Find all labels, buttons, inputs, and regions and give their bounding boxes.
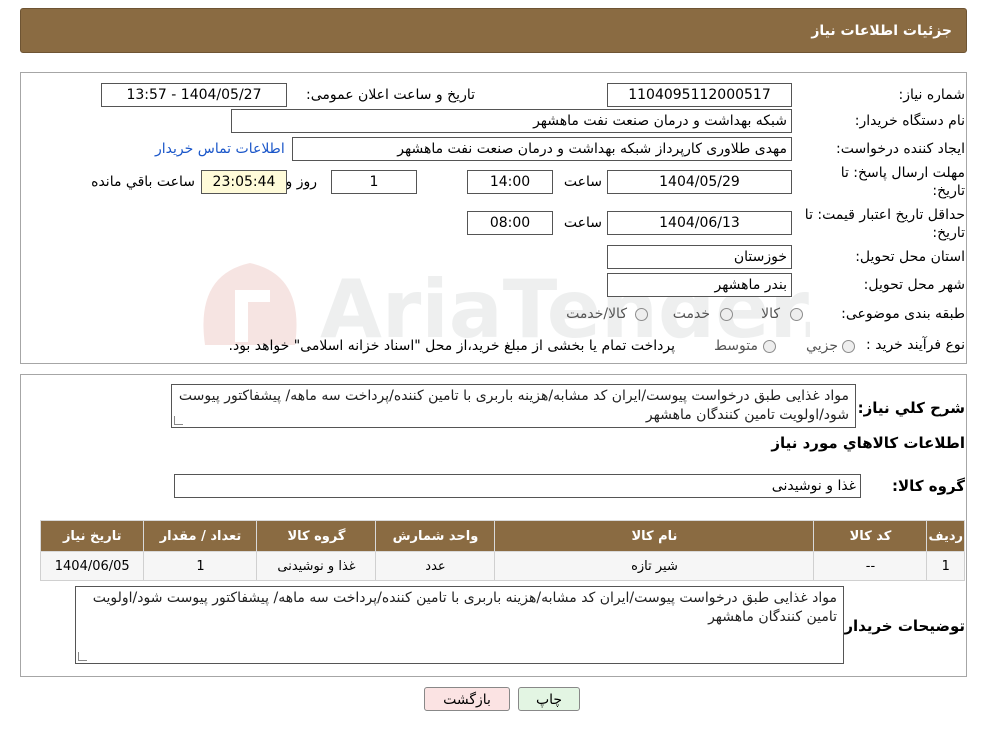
category-radio-goods[interactable] [790,308,803,321]
deadline-time-label: ساعت [563,174,602,190]
process-minor-label: جزیي [806,338,838,354]
col-row: ردیف [926,520,965,552]
col-group: گروه کالا [256,520,377,552]
cell-code: -- [813,551,928,581]
description-label: شرح کلي نياز: [857,399,965,417]
creator-field: مهدی طلاوری کارپرداز شبکه بهداشت و درمان… [292,137,792,161]
category-service-label: خدمت [672,306,710,322]
deadline-date-field: 1404/05/29 [607,170,792,194]
buyer-contact-link[interactable]: اطلاعات تماس خریدار [155,141,285,157]
col-qty: تعداد / مقدار [143,520,258,552]
deadline-time-field: 14:00 [467,170,553,194]
validity-label-date: تاریخ: [932,225,965,241]
creator-label: ایجاد کننده درخواست: [836,141,965,157]
resize-grip-icon[interactable] [174,416,183,425]
process-note: پرداخت تمام یا بخشی از مبلغ خرید،از محل … [228,338,675,354]
buyer-notes-text: مواد غذایی طبق درخواست پیوست/ایران کد مش… [92,590,837,625]
description-text: مواد غذایی طبق درخواست پیوست/ایران کد مش… [178,388,849,423]
city-field: بندر ماهشهر [607,273,792,297]
buyer-org-label: نام دستگاه خریدار: [854,113,965,129]
category-goods-service-label: کالا/خدمت [566,306,627,322]
goods-group-label: گروه کالا: [892,477,965,495]
validity-date-field: 1404/06/13 [607,211,792,235]
province-field: خوزستان [607,245,792,269]
cell-group: غذا و نوشیدنی [256,551,377,581]
goods-group-field: غذا و نوشیدنی [174,474,861,498]
col-date: تاریخ نیاز [39,520,145,552]
deadline-label-date: تاریخ: [932,183,965,199]
back-button[interactable]: بازگشت [424,687,510,711]
announce-datetime-label: تاریخ و ساعت اعلان عمومی: [306,87,475,103]
process-radio-minor[interactable] [842,340,855,353]
cell-name: شیر تازه [494,551,815,581]
process-medium-label: متوسط [714,338,758,354]
remaining-time-field: 23:05:44 [201,170,287,194]
process-label: نوع فرآیند خرید : [866,337,965,353]
print-button[interactable]: چاپ [518,687,580,711]
announce-datetime-field: 1404/05/27 - 13:57 [101,83,287,107]
col-unit: واحد شمارش [375,520,496,552]
goods-section-title: اطلاعات کالاهاي مورد نياز [771,434,965,452]
validity-label: حداقل تاریخ اعتبار قیمت: تا [804,207,965,223]
province-label: استان محل تحویل: [855,249,965,265]
need-number-label: شماره نیاز: [898,87,966,103]
cell-date: 1404/06/05 [39,551,145,581]
deadline-label: مهلت ارسال پاسخ: تا [840,165,965,181]
validity-time-field: 08:00 [467,211,553,235]
cell-qty: 1 [143,551,258,581]
city-label: شهر محل تحویل: [863,277,965,293]
buyer-notes-textarea: مواد غذایی طبق درخواست پیوست/ایران کد مش… [75,586,844,664]
validity-time-label: ساعت [563,215,602,231]
col-code: کد کالا [813,520,928,552]
category-radio-goods-service[interactable] [635,308,648,321]
description-textarea: مواد غذایی طبق درخواست پیوست/ایران کد مش… [171,384,856,428]
days-label: روز و [285,174,318,190]
cell-unit: عدد [375,551,496,581]
category-goods-label: کالا [761,306,780,322]
category-label: طبقه بندی موضوعی: [841,306,965,322]
table-row: 1 -- شیر تازه عدد غذا و نوشیدنی 1 1404/0… [39,551,965,581]
buyer-notes-label: توضیحات خریدار: [838,617,965,635]
page-title: جزئیات اطلاعات نیاز [811,23,952,39]
resize-grip-icon[interactable] [78,652,87,661]
cell-row: 1 [926,551,965,581]
days-remaining-field: 1 [331,170,417,194]
need-number-field: 1104095112000517 [607,83,792,107]
process-radio-medium[interactable] [763,340,776,353]
table-header-row: ردیف کد کالا نام کالا واحد شمارش گروه کا… [39,520,965,552]
page-header: جزئیات اطلاعات نیاز [20,8,967,53]
col-name: نام کالا [494,520,815,552]
goods-table: ردیف کد کالا نام کالا واحد شمارش گروه کا… [39,520,965,581]
buyer-org-field: شبکه بهداشت و درمان صنعت نفت ماهشهر [231,109,792,133]
category-radio-service[interactable] [720,308,733,321]
remaining-time-label: ساعت باقي مانده [91,174,195,190]
